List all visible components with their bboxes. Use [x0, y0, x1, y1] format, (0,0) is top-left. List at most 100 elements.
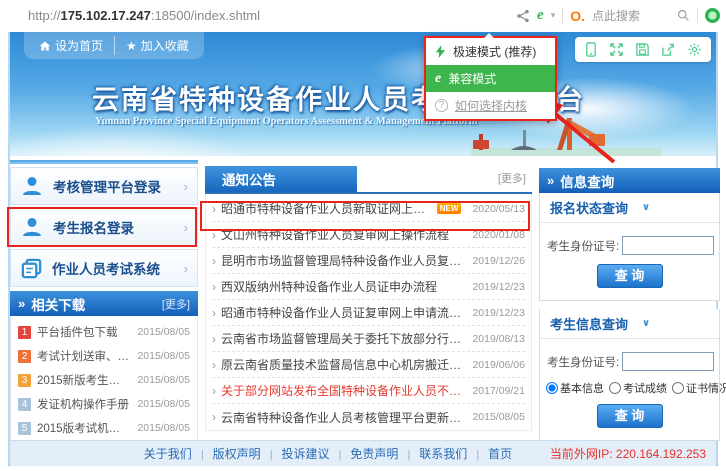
radio-option[interactable]: 基本信息 — [546, 380, 604, 396]
fullscreen-icon[interactable] — [609, 42, 624, 57]
registration-status-toggle[interactable]: 报名状态查询 — [540, 193, 719, 223]
download-title: 考试计划送审、审核 ... — [37, 348, 131, 364]
footer-link[interactable]: 免责声明 — [330, 445, 399, 462]
kernel-dropdown-chevron[interactable]: ▾ — [551, 10, 556, 21]
rank-badge: 3 — [18, 374, 31, 387]
settings-gear-icon[interactable] — [687, 42, 702, 57]
download-item[interactable]: 4 发证机构操作手册 2015/08/05 — [11, 392, 197, 416]
radio-label: 考试成绩 — [623, 380, 667, 396]
notice-date: 2019/08/13 — [466, 333, 525, 345]
download-date: 2015/08/05 — [137, 374, 190, 386]
download-item[interactable]: 5 2015版考试机构操... 2015/08/05 — [11, 416, 197, 440]
radio-input[interactable] — [546, 382, 558, 394]
ie-icon: e — [435, 71, 441, 87]
notice-date: 2019/12/23 — [466, 307, 525, 319]
downloads-list: 1 平台插件包下载 2015/08/05 2 考试计划送审、审核 ... 201… — [10, 316, 198, 446]
notice-date: 2020/05/13 — [466, 203, 525, 215]
bullet-arrow-icon — [212, 306, 216, 320]
lightning-icon — [435, 45, 446, 58]
notice-item[interactable]: 原云南省质量技术监督局信息中心机房搬迁公告 2019/06/06 — [212, 352, 525, 378]
header-toolbar — [575, 37, 711, 62]
save-icon[interactable] — [635, 42, 650, 57]
bullet-arrow-icon — [212, 332, 216, 346]
external-ip-readout: 当前外网IP: 220.164.192.253 — [550, 445, 706, 462]
downloads-more-link[interactable]: [更多] — [162, 296, 190, 312]
notice-item[interactable]: 昆明市市场监督管理局特种设备作业人员复审流程... 2019/12/26 — [212, 248, 525, 274]
footer-link[interactable]: 版权声明 — [192, 445, 261, 462]
download-date: 2015/08/05 — [137, 422, 190, 434]
sidebar-item-admin-login[interactable]: 考核管理平台登录 — [10, 167, 198, 205]
download-date: 2015/08/05 — [137, 398, 190, 410]
download-item[interactable]: 2 考试计划送审、审核 ... 2015/08/05 — [11, 344, 197, 368]
notice-title: 原云南省质量技术监督局信息中心机房搬迁公告 — [221, 356, 461, 373]
double-chevron-icon — [547, 173, 554, 188]
divider — [697, 8, 698, 23]
footer-link[interactable]: 联系我们 — [398, 445, 467, 462]
notice-item[interactable]: 昭通市特种设备作业人员证复审网上申请流程及相... 2019/12/23 — [212, 300, 525, 326]
menu-item-compat-mode[interactable]: e 兼容模式 — [426, 65, 555, 92]
notice-item[interactable]: 文山州特种设备作业人员复审网上操作流程 2020/01/08 — [212, 222, 525, 248]
share-export-icon[interactable] — [661, 42, 676, 57]
chevron-right-icon — [184, 261, 188, 276]
bullet-arrow-icon — [212, 254, 216, 268]
bullet-arrow-icon — [212, 228, 216, 242]
candidate-info-panel: 考生信息查询 考生身份证号: 基本信息 考试成绩 — [539, 309, 720, 441]
menu-item-kernel-help[interactable]: 如何选择内核 — [426, 92, 555, 119]
notices-tab-bar: 通知公告 [更多] — [205, 168, 532, 194]
download-title: 平台插件包下载 — [37, 324, 131, 340]
url-host: 175.102.17.247 — [61, 8, 151, 23]
query-button[interactable]: 查 询 — [597, 264, 663, 288]
rank-badge: 5 — [18, 422, 31, 435]
download-date: 2015/08/05 — [137, 350, 190, 362]
tab-notices[interactable]: 通知公告 — [205, 166, 357, 192]
rank-badge: 4 — [18, 398, 31, 411]
notice-date: 2019/12/26 — [466, 255, 525, 267]
double-chevron-icon — [18, 296, 25, 311]
ie-mode-icon[interactable]: e — [537, 8, 544, 23]
radio-label: 证书情况 — [686, 380, 726, 396]
notice-title: 文山州特种设备作业人员复审网上操作流程 — [221, 226, 449, 243]
footer-link[interactable]: 首页 — [467, 445, 512, 462]
url-field[interactable]: http://175.102.17.247:18500/index.shtml — [28, 8, 260, 23]
share-icon[interactable] — [516, 9, 530, 23]
registration-status-panel: 报名状态查询 考生身份证号: 查 询 — [539, 193, 720, 301]
footer-link[interactable]: 投诉建议 — [261, 445, 330, 462]
download-title: 发证机构操作手册 — [37, 396, 131, 412]
radio-input[interactable] — [672, 382, 684, 394]
download-title: 2015版考试机构操... — [37, 420, 131, 436]
notice-item[interactable]: 西双版纳州特种设备作业人员证申办流程 2019/12/23 — [212, 274, 525, 300]
notice-item[interactable]: 云南省市场监督管理局关于委托下放部分行政许可... 2019/08/13 — [212, 326, 525, 352]
notice-item[interactable]: 昭通市特种设备作业人员新取证网上报名流程 NEW 2020/05/13 — [212, 196, 525, 222]
star-icon: ★ — [126, 39, 137, 53]
sidebar-item-candidate-login[interactable]: 考生报名登录 — [10, 208, 198, 246]
divider — [562, 8, 563, 23]
notice-item[interactable]: 云南省特种设备作业人员考核管理平台更新至20... 2015/08/05 — [212, 404, 525, 430]
browser-status-icon[interactable] — [705, 8, 720, 23]
download-item[interactable]: 3 2015新版考生操作... 2015/08/05 — [11, 368, 197, 392]
search-icon[interactable] — [677, 9, 690, 22]
browser-search-input[interactable]: 点此搜索 — [592, 7, 670, 24]
notices-more-link[interactable]: [更多] — [498, 170, 532, 192]
id-number-input[interactable] — [622, 352, 714, 371]
radio-option[interactable]: 考试成绩 — [609, 380, 667, 396]
id-number-input[interactable] — [622, 236, 714, 255]
divider — [10, 160, 198, 164]
add-favorite-link[interactable]: ★ 加入收藏 — [114, 36, 200, 55]
footer-links: 关于我们版权声明投诉建议免责声明联系我们首页 — [144, 445, 512, 462]
download-item[interactable]: 1 平台插件包下载 2015/08/05 — [11, 320, 197, 344]
set-homepage-link[interactable]: 设为首页 — [28, 36, 114, 55]
sidebar-item-exam-system[interactable]: 作业人员考试系统 — [10, 249, 198, 287]
menu-item-speed-mode[interactable]: 极速模式 (推荐) — [426, 38, 555, 65]
question-icon — [435, 99, 448, 112]
mobile-icon[interactable] — [584, 42, 598, 57]
query-button[interactable]: 查 询 — [597, 404, 663, 428]
radio-input[interactable] — [609, 382, 621, 394]
notice-item[interactable]: 关于部分网站发布全国特种设备作业人员不实信息... 2017/09/21 — [212, 378, 525, 404]
chevron-down-icon — [642, 318, 650, 329]
candidate-info-toggle[interactable]: 考生信息查询 — [540, 309, 719, 339]
radio-option[interactable]: 证书情况 — [672, 380, 726, 396]
browser-address-bar: http://175.102.17.247:18500/index.shtml … — [0, 0, 726, 31]
info-type-radios: 基本信息 考试成绩 证书情况 — [546, 380, 713, 396]
rank-badge: 1 — [18, 326, 31, 339]
footer-link[interactable]: 关于我们 — [144, 445, 192, 462]
